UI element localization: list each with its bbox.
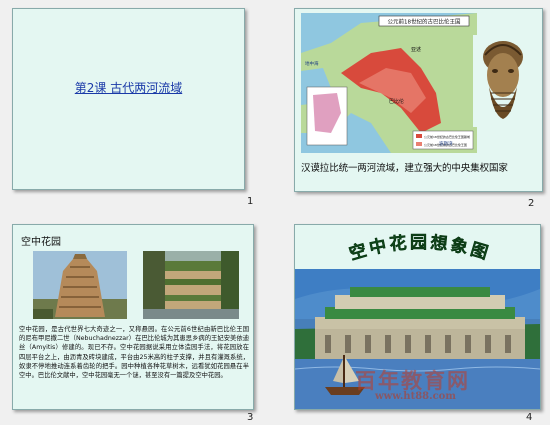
slide-thumbnail-4[interactable]: 空中花园想象图 百年教育网 www.ht88.com [294, 224, 541, 410]
svg-text:巴比伦: 巴比伦 [389, 98, 404, 105]
slide-caption: 汉谟拉比统一两河流域，建立强大的中央集权国家 [301, 163, 508, 174]
tower-of-babel-painting [33, 251, 127, 319]
slide-number: 1 [247, 196, 254, 207]
slide-title: 第2课 古代两河流域 [74, 81, 183, 95]
svg-text:波斯湾: 波斯湾 [439, 140, 453, 147]
svg-text:公元前18世纪的古巴比伦王国: 公元前18世纪的古巴比伦王国 [388, 18, 461, 26]
hammurabi-portrait-image [473, 35, 533, 127]
hanging-garden-painting [143, 251, 239, 319]
svg-text:公元前18世纪的古巴比伦王国疆域: 公元前18世纪的古巴比伦王国疆域 [424, 134, 470, 139]
slide-number: 3 [247, 412, 254, 423]
slide-title-arc: 空中花园想象图 [347, 232, 493, 265]
svg-text:亚述: 亚述 [411, 46, 421, 53]
slide-thumbnail-2[interactable]: 公元前18世纪的古巴比伦王国 公元前18世纪的古巴比伦王国疆域 公元前18世纪前… [294, 8, 543, 192]
map-image: 公元前18世纪的古巴比伦王国 公元前18世纪的古巴比伦王国疆域 公元前18世纪前… [301, 13, 477, 153]
svg-text:空中花园想象图: 空中花园想象图 [347, 232, 493, 264]
watermark-url: www.ht88.com [375, 391, 456, 402]
slide-thumbnail-1[interactable]: 第2课 古代两河流域 [12, 8, 245, 190]
slide-number: 2 [528, 198, 535, 209]
slide-thumbnail-3[interactable]: 空中花园 空中花园，是古代世界七大奇迹之一，又称悬园。在公元前6世纪由新巴比伦王… [12, 224, 254, 410]
slide-title: 空中花园 [21, 237, 61, 248]
slide-body-text: 空中花园，是古代世界七大奇迹之一，又称悬园。在公元前6世纪由新巴比伦王国的尼布甲… [19, 326, 249, 380]
slide-number: 4 [526, 412, 533, 423]
svg-text:地中海: 地中海 [305, 60, 319, 67]
